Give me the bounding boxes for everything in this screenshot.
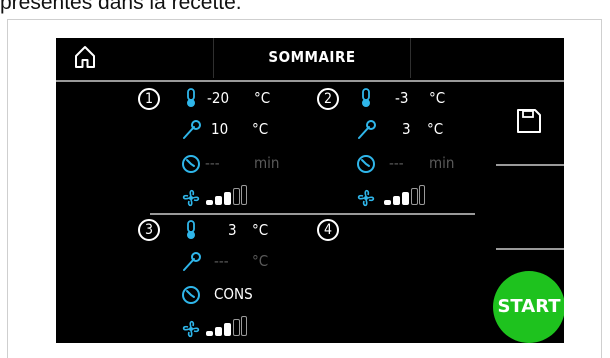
time-unit: min	[254, 154, 280, 172]
time-value: CONS	[214, 285, 253, 303]
temperature-unit: °C	[254, 89, 271, 107]
document-text: présentés dans la recette.	[0, 0, 242, 14]
page-title: SOMMAIRE	[268, 48, 356, 66]
probe-unit: °C	[427, 120, 444, 138]
header-divider	[56, 80, 564, 82]
probe-icon	[358, 120, 376, 139]
save-icon	[517, 109, 541, 133]
fan-bar	[215, 196, 222, 205]
fan-bar	[224, 323, 231, 336]
fan-bar	[241, 185, 247, 205]
probe-unit: °C	[252, 252, 269, 270]
fan-speed-bars	[384, 185, 425, 205]
probe-unit: °C	[252, 120, 269, 138]
start-button[interactable]: START	[493, 271, 564, 343]
temperature-value: 3	[228, 221, 237, 239]
fan-bar	[402, 192, 409, 205]
temperature-unit: °C	[429, 89, 446, 107]
home-button[interactable]	[56, 38, 111, 78]
probe-icon	[183, 120, 201, 139]
clock-icon	[182, 286, 200, 304]
time-value: ---	[389, 154, 404, 172]
side-divider	[496, 164, 564, 166]
clock-icon	[182, 155, 200, 173]
fan-bar	[233, 319, 240, 336]
fan-bar	[241, 316, 247, 336]
control-screen: SOMMAIRE START 1 -20 °C 10 °C --- min 2 …	[56, 38, 564, 343]
fan-bar	[419, 185, 425, 205]
temperature-unit: °C	[252, 221, 269, 239]
fan-bar	[224, 192, 231, 205]
temperature-value: -3	[395, 89, 409, 107]
temperature-value: -20	[207, 89, 230, 107]
fan-bar	[411, 188, 418, 205]
side-divider	[496, 248, 564, 250]
thermometer-icon	[187, 88, 195, 107]
time-value: ---	[205, 154, 220, 172]
step-number: 2	[317, 88, 339, 110]
step-number: 1	[138, 88, 160, 110]
fan-bar	[233, 188, 240, 205]
thermometer-icon	[362, 88, 370, 107]
thermometer-icon	[187, 220, 195, 239]
probe-value: 3	[402, 120, 411, 138]
save-button[interactable]	[516, 108, 542, 138]
clock-icon	[357, 155, 375, 173]
fan-bar	[215, 327, 222, 336]
fan-bar	[393, 196, 400, 205]
probe-value: ---	[214, 252, 229, 270]
time-unit: min	[429, 154, 455, 172]
probe-value: 10	[211, 120, 229, 138]
fan-icon	[182, 189, 200, 207]
step-number: 4	[317, 219, 339, 241]
fan-speed-bars	[206, 185, 247, 205]
fan-bar	[206, 200, 213, 205]
probe-icon	[183, 252, 201, 271]
fan-icon	[182, 320, 200, 338]
fan-speed-bars	[206, 316, 247, 336]
title-bar: SOMMAIRE	[213, 38, 411, 78]
fan-icon	[357, 189, 375, 207]
fan-bar	[206, 331, 213, 336]
row-divider	[150, 213, 475, 215]
step-number: 3	[138, 219, 160, 241]
home-icon	[75, 46, 95, 68]
fan-bar	[384, 200, 391, 205]
